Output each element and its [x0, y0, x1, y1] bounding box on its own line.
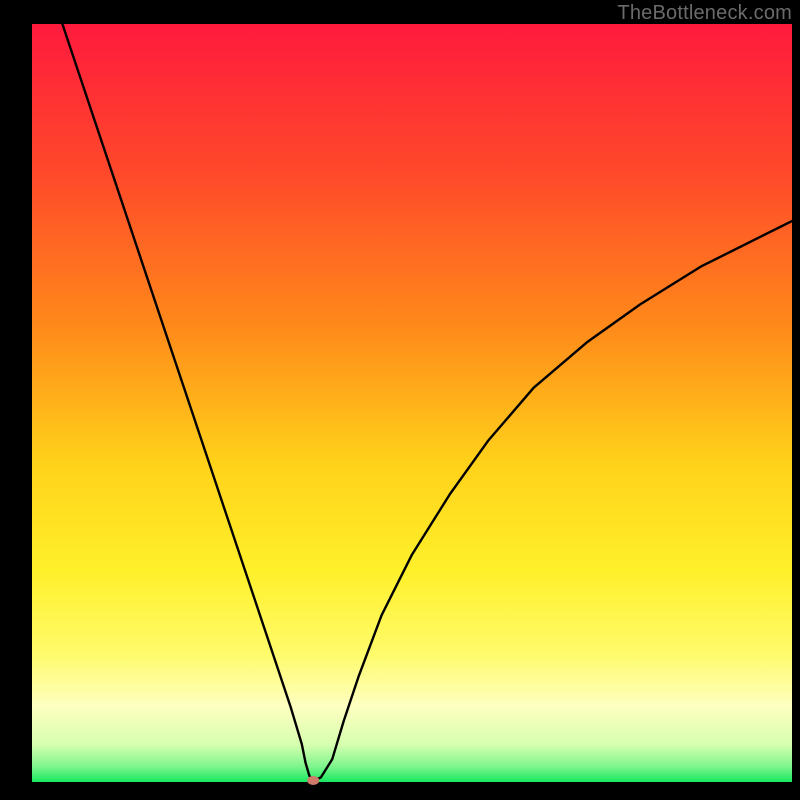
bottleneck-chart: [0, 0, 800, 800]
watermark-text: TheBottleneck.com: [617, 2, 792, 25]
plot-background: [32, 24, 792, 782]
optimal-point-marker: [307, 776, 319, 785]
chart-frame: TheBottleneck.com: [0, 0, 800, 800]
